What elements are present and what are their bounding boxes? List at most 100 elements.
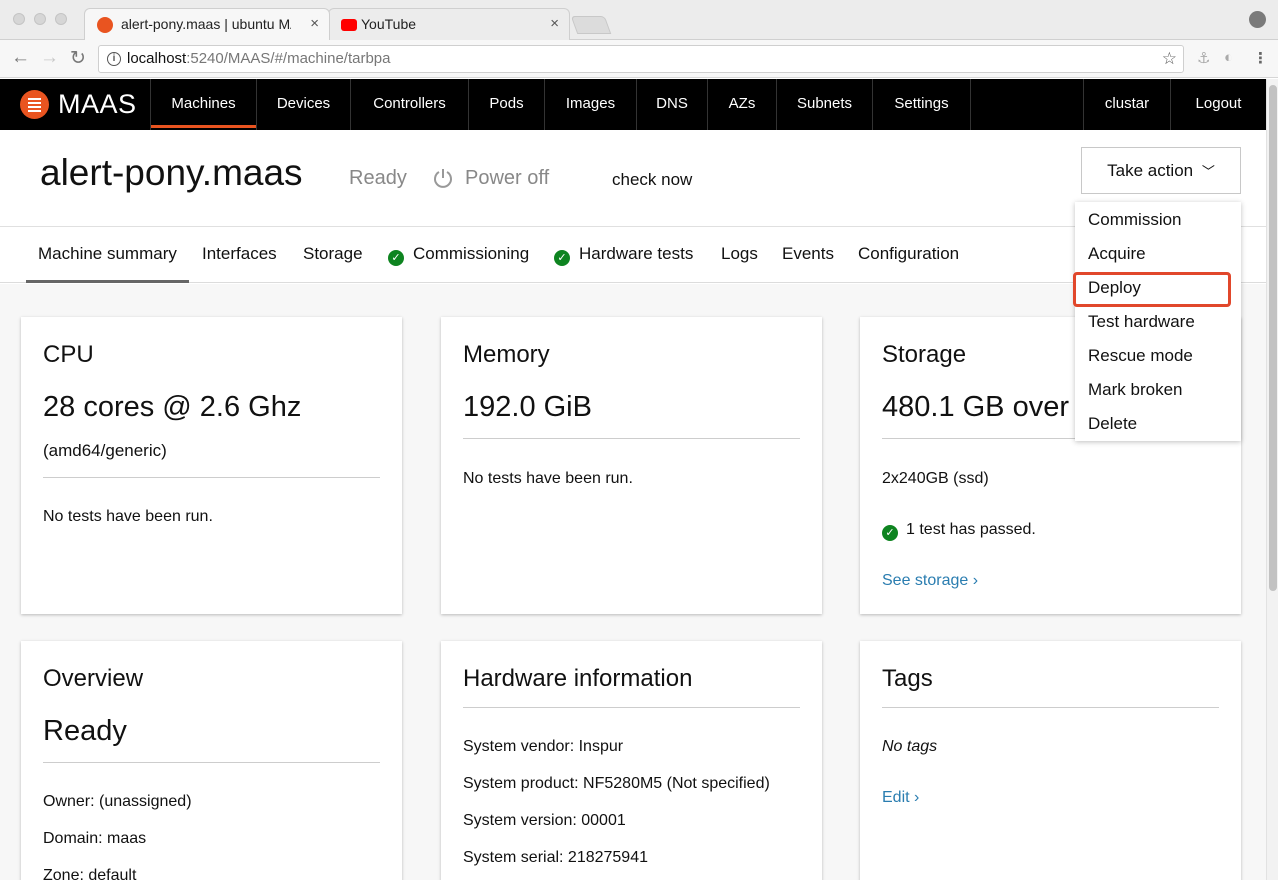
browser-toolbar: ← → ↻ i localhost:5240/MAAS/#/machine/ta… bbox=[0, 40, 1278, 78]
maas-favicon-icon bbox=[97, 17, 113, 33]
tab-logs[interactable]: Logs bbox=[721, 227, 758, 282]
browser-menu-icon[interactable]: ⋮ bbox=[1253, 49, 1268, 67]
card-title: Overview bbox=[43, 665, 144, 692]
cpu-tests: No tests have been run. bbox=[43, 508, 213, 525]
check-circle-icon: ✓ bbox=[554, 250, 570, 266]
nav-logout[interactable]: Logout bbox=[1170, 79, 1266, 130]
check-now-link[interactable]: check now bbox=[612, 170, 692, 190]
power-icon bbox=[434, 169, 452, 188]
deploy-highlight-annotation bbox=[1073, 272, 1231, 307]
divider bbox=[43, 477, 380, 478]
close-tab-icon[interactable]: × bbox=[310, 9, 319, 39]
nav-subnets[interactable]: Subnets bbox=[776, 79, 872, 130]
nav-pods[interactable]: Pods bbox=[468, 79, 544, 130]
nav-images[interactable]: Images bbox=[544, 79, 636, 130]
info-icon[interactable]: i bbox=[107, 52, 121, 66]
extension-icon[interactable]: ◐ bbox=[1224, 49, 1233, 66]
edit-tags-link[interactable]: Edit › bbox=[882, 789, 919, 807]
take-action-button[interactable]: Take action ﹀ bbox=[1081, 147, 1241, 194]
tab-machine-summary[interactable]: Machine summary bbox=[26, 227, 189, 283]
url-path: :5240/MAAS/#/machine/tarbpa bbox=[186, 50, 391, 67]
nav-dns[interactable]: DNS bbox=[636, 79, 707, 130]
tab-configuration[interactable]: Configuration bbox=[858, 227, 959, 282]
maas-navigation: MAAS Machines Devices Controllers Pods I… bbox=[0, 79, 1266, 130]
nav-azs[interactable]: AZs bbox=[707, 79, 776, 130]
tab-storage[interactable]: Storage bbox=[303, 227, 363, 282]
tab-events[interactable]: Events bbox=[782, 227, 834, 282]
close-tab-icon[interactable]: × bbox=[550, 9, 559, 39]
tab-hardware-tests[interactable]: ✓ Hardware tests bbox=[554, 227, 693, 282]
nav-settings[interactable]: Settings bbox=[872, 79, 971, 130]
card-title: CPU bbox=[43, 341, 94, 368]
back-arrow-icon[interactable]: ← bbox=[11, 47, 30, 69]
close-window-button[interactable] bbox=[13, 13, 25, 25]
menu-item-rescue-mode[interactable]: Rescue mode bbox=[1088, 346, 1193, 366]
divider bbox=[43, 762, 380, 763]
scrollbar-thumb[interactable] bbox=[1269, 85, 1277, 591]
tab-commissioning[interactable]: ✓ Commissioning bbox=[388, 227, 529, 282]
menu-item-commission[interactable]: Commission bbox=[1088, 210, 1182, 230]
overview-owner: Owner: (unassigned) bbox=[43, 793, 192, 810]
url-host: localhost bbox=[127, 50, 187, 67]
tab-interfaces[interactable]: Interfaces bbox=[202, 227, 277, 282]
hardware-info-card: Hardware information System vendor: Insp… bbox=[441, 641, 822, 880]
hardware-product: System product: NF5280M5 (Not specified) bbox=[463, 775, 770, 792]
menu-item-acquire[interactable]: Acquire bbox=[1088, 244, 1146, 264]
url-text: localhost:5240/MAAS/#/machine/tarbpa bbox=[127, 46, 391, 72]
zoom-window-button[interactable] bbox=[55, 13, 67, 25]
menu-item-mark-broken[interactable]: Mark broken bbox=[1088, 380, 1182, 400]
check-circle-icon: ✓ bbox=[388, 250, 404, 266]
check-circle-icon: ✓ bbox=[882, 525, 898, 541]
card-title: Hardware information bbox=[463, 665, 693, 692]
address-bar[interactable]: i localhost:5240/MAAS/#/machine/tarbpa ☆ bbox=[98, 45, 1184, 73]
overview-zone: Zone: default bbox=[43, 867, 137, 880]
profile-icon[interactable] bbox=[1249, 11, 1266, 28]
machine-status: Ready bbox=[349, 167, 407, 189]
forward-arrow-icon[interactable]: → bbox=[40, 47, 59, 69]
maas-logo-icon[interactable] bbox=[20, 90, 49, 119]
card-title: Tags bbox=[882, 665, 933, 692]
brand-name[interactable]: MAAS bbox=[58, 89, 137, 120]
hardware-serial: System serial: 218275941 bbox=[463, 849, 648, 866]
memory-card: Memory 192.0 GiB No tests have been run. bbox=[441, 317, 822, 614]
bookmark-star-icon[interactable]: ☆ bbox=[1162, 46, 1177, 72]
storage-disks: 2x240GB (ssd) bbox=[882, 470, 989, 487]
browser-tab-youtube[interactable]: YouTube × bbox=[328, 8, 570, 40]
menu-item-test-hardware[interactable]: Test hardware bbox=[1088, 312, 1195, 332]
chevron-down-icon: ﹀ bbox=[1201, 164, 1215, 179]
reload-icon[interactable]: ↻ bbox=[70, 47, 86, 70]
browser-tab-strip: alert-pony.maas | ubuntu MAA × YouTube × bbox=[0, 0, 1278, 40]
cpu-card: CPU 28 cores @ 2.6 Ghz (amd64/generic) N… bbox=[21, 317, 402, 614]
nav-machines[interactable]: Machines bbox=[150, 79, 256, 130]
overview-card: Overview Ready Owner: (unassigned) Domai… bbox=[21, 641, 402, 880]
extension-icon[interactable]: ⚓ bbox=[1197, 49, 1210, 67]
memory-tests: No tests have been run. bbox=[463, 470, 633, 487]
hardware-version: System version: 00001 bbox=[463, 812, 626, 829]
take-action-menu: Commission Acquire Deploy Test hardware … bbox=[1075, 202, 1241, 441]
storage-value: 480.1 GB over bbox=[882, 391, 1069, 423]
menu-item-delete[interactable]: Delete bbox=[1088, 414, 1137, 434]
storage-tests: ✓ 1 test has passed. bbox=[882, 521, 1036, 541]
overview-domain: Domain: maas bbox=[43, 830, 147, 847]
divider bbox=[463, 438, 800, 439]
power-state: Power off bbox=[465, 167, 550, 189]
divider bbox=[882, 707, 1219, 708]
tab-label: Commissioning bbox=[413, 244, 530, 263]
tags-card: Tags No tags Edit › bbox=[860, 641, 1241, 880]
memory-value: 192.0 GiB bbox=[463, 391, 592, 423]
nav-user[interactable]: clustar bbox=[1083, 79, 1170, 130]
tab-label: Hardware tests bbox=[579, 244, 694, 263]
new-tab-button[interactable] bbox=[570, 16, 612, 34]
tab-title: alert-pony.maas | ubuntu MAA bbox=[121, 16, 291, 32]
storage-tests-text: 1 test has passed. bbox=[906, 521, 1036, 538]
youtube-favicon-icon bbox=[341, 19, 357, 31]
minimize-window-button[interactable] bbox=[34, 13, 46, 25]
take-action-label: Take action bbox=[1107, 161, 1194, 180]
nav-controllers[interactable]: Controllers bbox=[350, 79, 468, 130]
overview-status: Ready bbox=[43, 715, 127, 747]
browser-tab-maas[interactable]: alert-pony.maas | ubuntu MAA × bbox=[84, 8, 330, 40]
page-scrollbar[interactable] bbox=[1266, 79, 1278, 880]
nav-devices[interactable]: Devices bbox=[256, 79, 350, 130]
see-storage-link[interactable]: See storage › bbox=[882, 572, 978, 590]
card-title: Storage bbox=[882, 341, 967, 368]
